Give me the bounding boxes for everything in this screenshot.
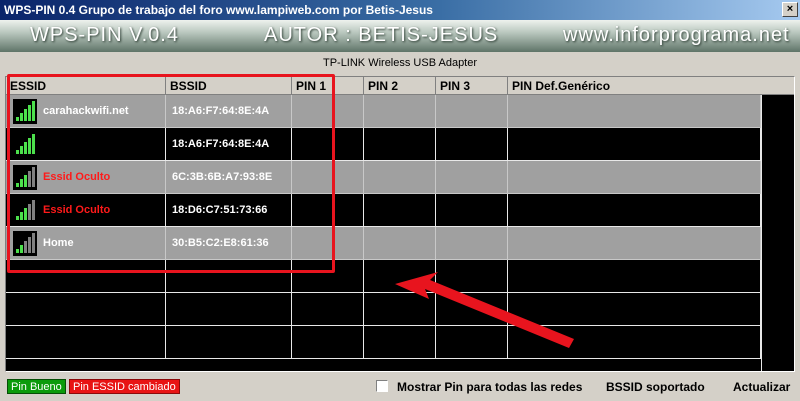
- show-all-label[interactable]: Mostrar Pin para todas las redes: [397, 380, 582, 394]
- show-all-checkbox[interactable]: [376, 380, 388, 392]
- bssid-supported-label: BSSID soportado: [606, 380, 705, 394]
- cell-pin2: [364, 326, 436, 359]
- table-row[interactable]: Essid Oculto 18:D6:C7:51:73:66: [6, 194, 761, 227]
- cell-pin2: [364, 161, 436, 194]
- table-row[interactable]: 18:A6:F7:64:8E:4A: [6, 128, 761, 161]
- table-row[interactable]: [6, 326, 761, 359]
- essid-label: carahackwifi.net: [43, 105, 129, 117]
- cell-essid: Essid Oculto: [6, 161, 166, 194]
- cell-pin3: [436, 326, 508, 359]
- cell-pin-default: [508, 194, 761, 227]
- cell-pin-default: [508, 95, 761, 128]
- close-button[interactable]: ×: [782, 2, 798, 17]
- column-header-essid[interactable]: ESSID: [6, 77, 166, 95]
- cell-pin-default: [508, 293, 761, 326]
- cell-essid: Home: [6, 227, 166, 260]
- cell-bssid: 18:D6:C7:51:73:66: [166, 194, 292, 227]
- cell-essid: [6, 293, 166, 326]
- cell-pin-default: [508, 128, 761, 161]
- cell-pin1: [292, 260, 364, 293]
- table-row[interactable]: [6, 260, 761, 293]
- cell-pin1: [292, 161, 364, 194]
- cell-pin1: [292, 95, 364, 128]
- column-header-pin3[interactable]: PIN 3: [436, 77, 508, 95]
- bssid-label: 6C:3B:6B:A7:93:8E: [172, 171, 273, 183]
- cell-pin-default: [508, 227, 761, 260]
- wifi-signal-icon: [13, 165, 37, 190]
- cell-pin-default: [508, 260, 761, 293]
- cell-essid: [6, 128, 166, 161]
- cell-essid: Essid Oculto: [6, 194, 166, 227]
- window-titlebar: WPS-PIN 0.4 Grupo de trabajo del foro ww…: [0, 0, 800, 20]
- cell-pin3: [436, 293, 508, 326]
- update-button[interactable]: Actualizar: [733, 380, 790, 394]
- table-row[interactable]: Home 30:B5:C2:E8:61:36: [6, 227, 761, 260]
- window-title: WPS-PIN 0.4 Grupo de trabajo del foro ww…: [4, 3, 433, 17]
- cell-bssid: 18:A6:F7:64:8E:4A: [166, 128, 292, 161]
- cell-pin2: [364, 227, 436, 260]
- essid-label: Home: [43, 237, 74, 249]
- banner-author: AUTOR : BETIS-JESUS: [264, 24, 499, 46]
- table-right-strip: [761, 95, 794, 371]
- wifi-signal-icon: [13, 198, 37, 223]
- bssid-label: 18:A6:F7:64:8E:4A: [172, 105, 270, 117]
- bssid-label: 30:B5:C2:E8:61:36: [172, 237, 269, 249]
- networks-table[interactable]: ESSID BSSID PIN 1 PIN 2 PIN 3 PIN Def.Ge…: [5, 76, 795, 372]
- cell-pin1: [292, 227, 364, 260]
- cell-bssid: [166, 326, 292, 359]
- status-bar: Pin Bueno Pin ESSID cambiado Mostrar Pin…: [0, 376, 800, 401]
- column-header-bssid[interactable]: BSSID: [166, 77, 292, 95]
- cell-bssid: [166, 260, 292, 293]
- cell-pin-default: [508, 326, 761, 359]
- cell-pin2: [364, 194, 436, 227]
- legend-pin-good: Pin Bueno: [7, 379, 66, 394]
- adapter-label: TP-LINK Wireless USB Adapter: [322, 57, 478, 69]
- cell-pin2: [364, 260, 436, 293]
- cell-bssid: [166, 293, 292, 326]
- column-header-pin1[interactable]: PIN 1: [292, 77, 364, 95]
- cell-pin3: [436, 227, 508, 260]
- table-row[interactable]: [6, 293, 761, 326]
- wifi-signal-icon: [13, 99, 37, 124]
- cell-pin2: [364, 293, 436, 326]
- table-row[interactable]: carahackwifi.net 18:A6:F7:64:8E:4A: [6, 95, 761, 128]
- cell-pin1: [292, 128, 364, 161]
- cell-essid: [6, 326, 166, 359]
- table-row[interactable]: Essid Oculto 6C:3B:6B:A7:93:8E: [6, 161, 761, 194]
- cell-essid: [6, 260, 166, 293]
- cell-pin3: [436, 161, 508, 194]
- cell-essid: carahackwifi.net: [6, 95, 166, 128]
- cell-bssid: 30:B5:C2:E8:61:36: [166, 227, 292, 260]
- wifi-signal-icon: [13, 132, 37, 157]
- cell-pin1: [292, 194, 364, 227]
- bssid-label: 18:A6:F7:64:8E:4A: [172, 138, 270, 150]
- cell-pin3: [436, 260, 508, 293]
- wifi-signal-icon: [13, 231, 37, 256]
- essid-label: Essid Oculto: [43, 171, 111, 183]
- cell-pin1: [292, 293, 364, 326]
- cell-pin3: [436, 128, 508, 161]
- cell-pin-default: [508, 161, 761, 194]
- legend-pin-changed: Pin ESSID cambiado: [69, 379, 180, 394]
- column-header-pin-default[interactable]: PIN Def.Genérico: [508, 77, 794, 95]
- cell-pin3: [436, 95, 508, 128]
- app-banner: WPS-PIN V.0.4 AUTOR : BETIS-JESUS www.in…: [0, 20, 800, 52]
- cell-pin2: [364, 95, 436, 128]
- cell-bssid: 18:A6:F7:64:8E:4A: [166, 95, 292, 128]
- banner-website: www.inforprograma.net: [563, 24, 790, 46]
- essid-label: Essid Oculto: [43, 204, 111, 216]
- cell-bssid: 6C:3B:6B:A7:93:8E: [166, 161, 292, 194]
- cell-pin2: [364, 128, 436, 161]
- column-header-pin2[interactable]: PIN 2: [364, 77, 436, 95]
- banner-app-name: WPS-PIN V.0.4: [30, 24, 179, 46]
- bssid-label: 18:D6:C7:51:73:66: [172, 204, 268, 216]
- cell-pin1: [292, 326, 364, 359]
- cell-pin3: [436, 194, 508, 227]
